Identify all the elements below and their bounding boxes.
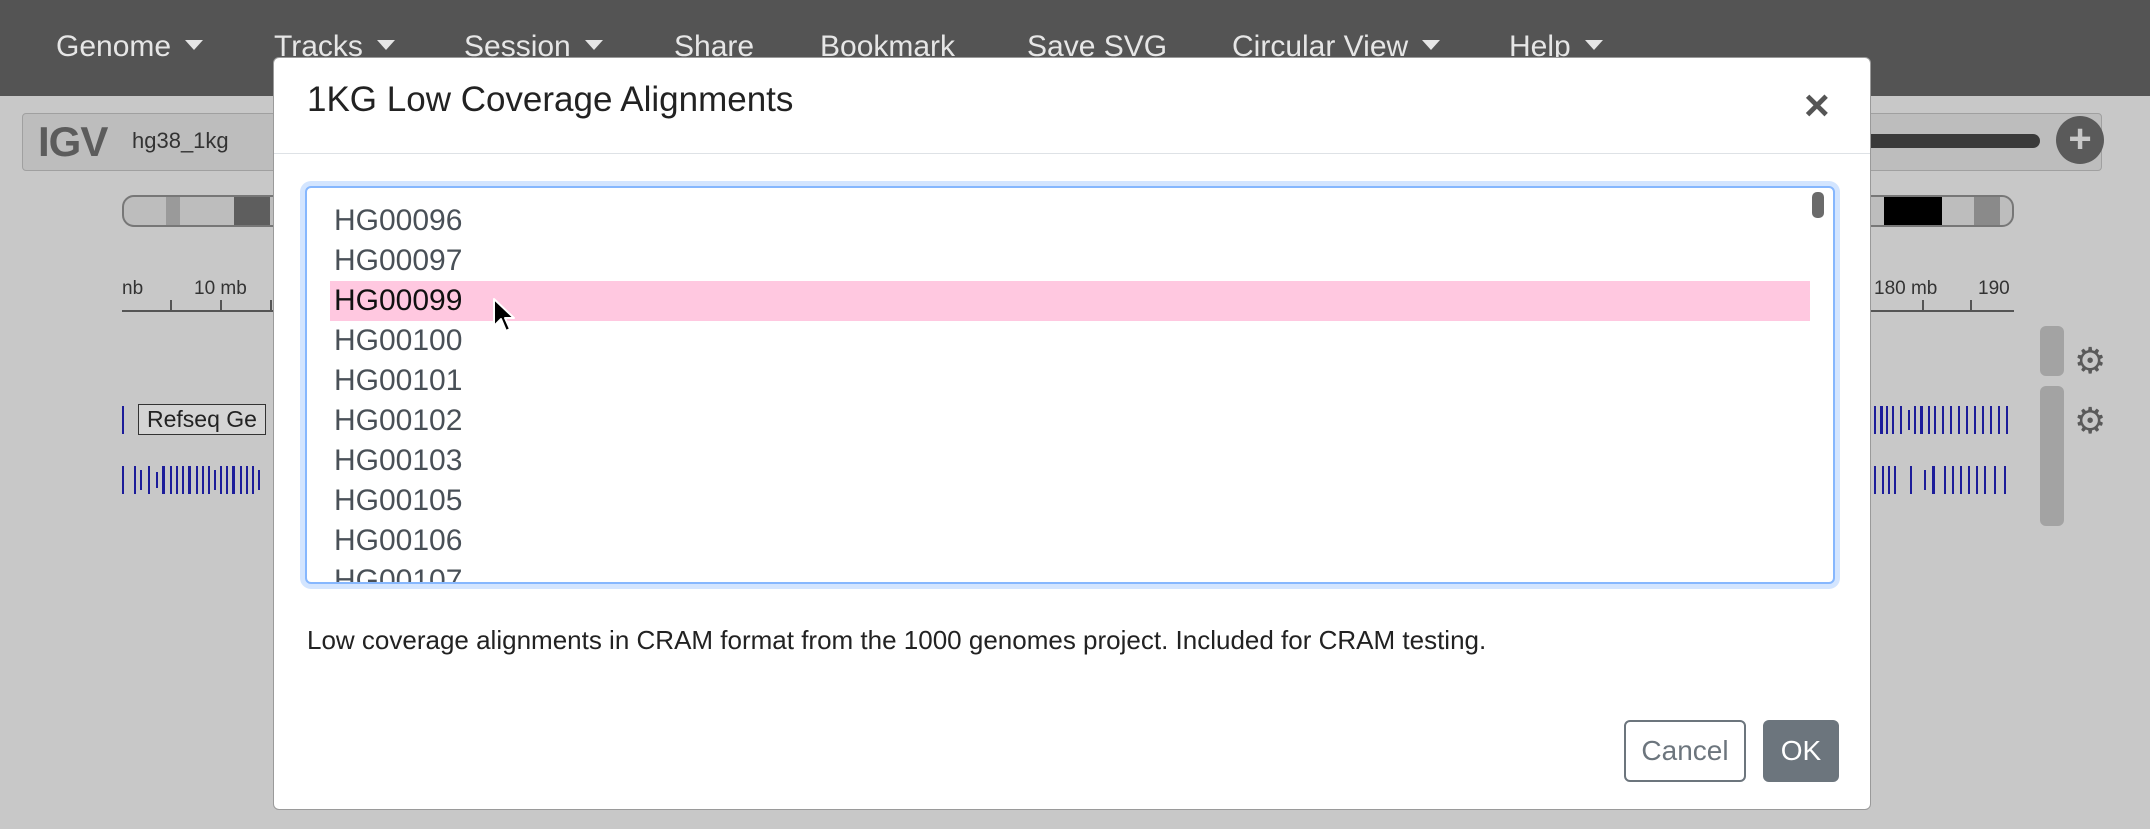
ruler-label: 190 xyxy=(1978,278,2010,299)
list-item[interactable]: HG00096 xyxy=(330,201,1810,241)
igv-logo: IGV xyxy=(38,118,108,165)
gene-track-strip xyxy=(122,466,260,494)
ruler-label: nb xyxy=(122,278,144,299)
list-item-selected[interactable]: HG00099 xyxy=(330,281,1810,321)
zoom-slider[interactable] xyxy=(1860,134,2040,148)
list-item[interactable]: HG00097 xyxy=(330,241,1810,281)
ideogram-band xyxy=(1974,197,2000,225)
ruler-label: 10 mb xyxy=(194,278,247,299)
caret-down-icon xyxy=(1422,40,1441,50)
ideogram-band xyxy=(234,197,270,225)
ok-button[interactable]: OK xyxy=(1763,720,1839,782)
genome-label: hg38_1kg xyxy=(132,128,229,153)
gear-icon[interactable]: ⚙ xyxy=(2074,400,2106,442)
ruler-tick xyxy=(270,300,272,310)
modal-description: Low coverage alignments in CRAM format f… xyxy=(307,625,1487,655)
list-item[interactable]: HG00101 xyxy=(330,361,1810,401)
select-sample-modal: 1KG Low Coverage Alignments × HG00096 HG… xyxy=(273,57,1871,810)
ideogram-band xyxy=(1884,197,1942,225)
ruler-tick xyxy=(170,300,172,310)
nav-genome-label: Genome xyxy=(56,30,172,63)
ruler-tick xyxy=(1922,300,1924,310)
gene-track-strip xyxy=(1874,406,2008,434)
list-item[interactable]: HG00107 xyxy=(330,561,1810,582)
cancel-button[interactable]: Cancel xyxy=(1624,720,1746,782)
ruler-tick xyxy=(1970,300,1972,310)
close-icon[interactable]: × xyxy=(1804,84,1830,128)
list-scrollbar-thumb[interactable] xyxy=(1812,192,1824,218)
caret-down-icon xyxy=(584,40,603,50)
gear-icon[interactable]: ⚙ xyxy=(2074,340,2106,382)
gene-track-strip xyxy=(1874,466,2006,494)
track-scrollbar[interactable] xyxy=(2040,326,2064,376)
list-item[interactable]: HG00102 xyxy=(330,401,1810,441)
list-item[interactable]: HG00105 xyxy=(330,481,1810,521)
track-scrollbar[interactable] xyxy=(2040,386,2064,526)
mouse-pointer-icon xyxy=(493,298,515,332)
modal-header: 1KG Low Coverage Alignments × xyxy=(274,58,1870,154)
plus-circle-icon[interactable]: + xyxy=(2056,116,2104,164)
ideogram-band xyxy=(166,197,180,225)
sample-select-list[interactable]: HG00096 HG00097 HG00099 HG00100 HG00101 … xyxy=(305,186,1835,584)
modal-title: 1KG Low Coverage Alignments xyxy=(307,80,794,119)
caret-down-icon xyxy=(1584,40,1603,50)
ruler-label: 180 mb xyxy=(1874,278,1938,299)
caret-down-icon xyxy=(376,40,395,50)
list-item[interactable]: HG00106 xyxy=(330,521,1810,561)
ruler-tick xyxy=(220,300,222,310)
caret-down-icon xyxy=(185,40,204,50)
list-item[interactable]: HG00103 xyxy=(330,441,1810,481)
nav-genome-menu[interactable]: Genome xyxy=(56,30,204,64)
list-item[interactable]: HG00100 xyxy=(330,321,1810,361)
refseq-track-label[interactable]: Refseq Ge xyxy=(138,404,266,435)
